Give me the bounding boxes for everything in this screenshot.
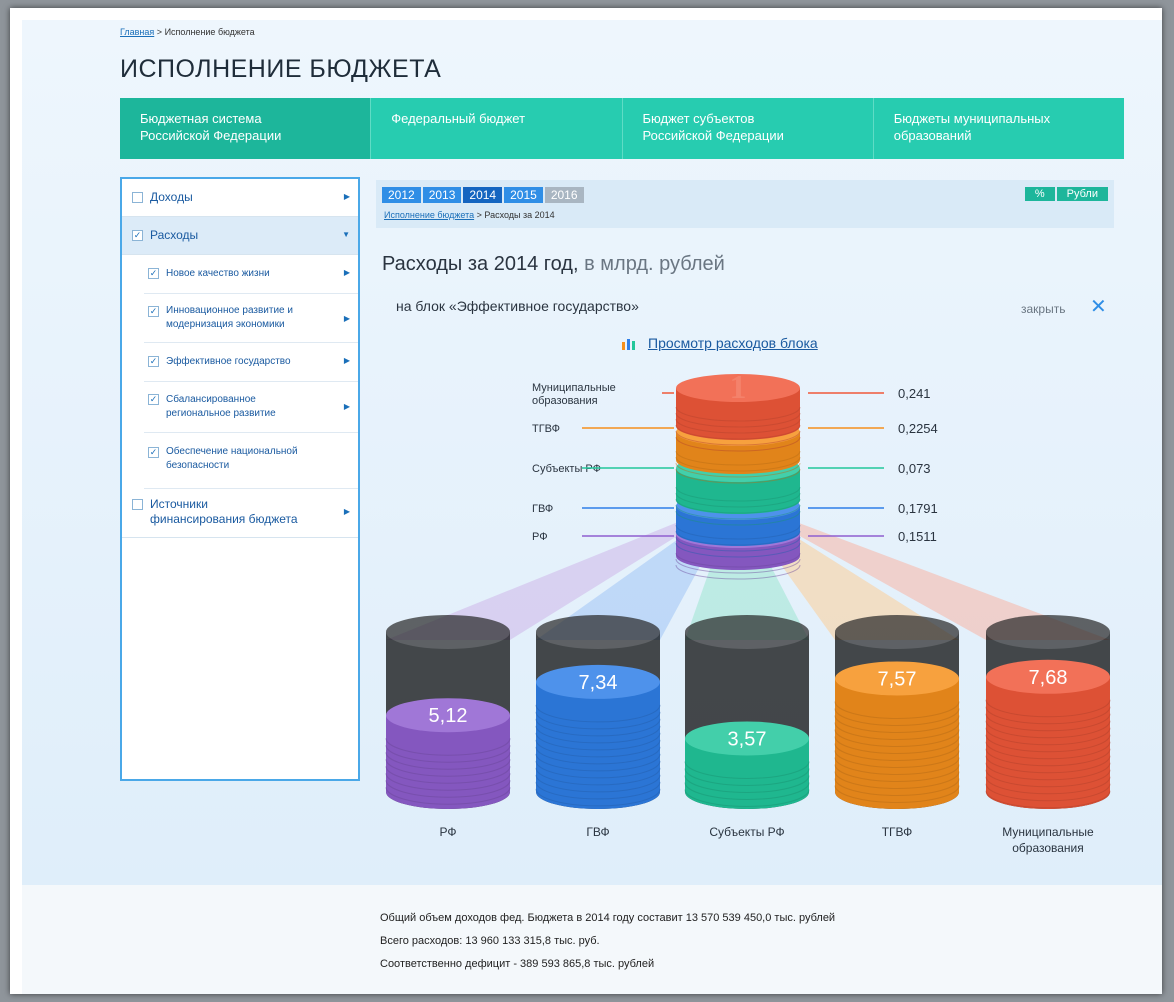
- footer-income-line: Общий объем доходов фед. Бюджета в 2014 …: [380, 912, 836, 924]
- stack-label: Муниципальные: [532, 382, 616, 394]
- category-label: РФ: [440, 825, 457, 839]
- ghost-cylinder-top: [386, 615, 510, 649]
- stack-value-label: 0,241: [898, 386, 931, 401]
- stack-label: ТГВФ: [532, 423, 560, 435]
- footer-deficit-line: Соответственно дефицит - 389 593 865,8 т…: [380, 958, 655, 970]
- bar-value-label: 7,68: [1029, 667, 1068, 689]
- stack-value-label: 0,1511: [898, 529, 937, 544]
- page: Главная > Исполнение бюджета ИСПОЛНЕНИЕ …: [22, 20, 1162, 994]
- ghost-cylinder-top: [986, 615, 1110, 649]
- bar-value-label: 5,12: [429, 705, 468, 727]
- stack-number: 1: [730, 369, 747, 406]
- value-cylinder-body: [835, 678, 959, 809]
- category-label: Муниципальные: [1002, 825, 1094, 839]
- expenses-chart: 5,12 РФ 7,34 ГВФ 3,57 Субъекты РФ 7,57 ТГВФ 7,68…: [385, 369, 1111, 855]
- stack-value-label: 0,073: [898, 461, 931, 476]
- footer-expenses-line: Всего расходов: 13 960 133 315,8 тыс. ру…: [380, 935, 600, 947]
- ghost-cylinder-top: [835, 615, 959, 649]
- stack-label: образования: [532, 395, 598, 407]
- stack-value-label: 0,2254: [898, 421, 938, 436]
- bar-value-label: 7,57: [878, 668, 917, 690]
- stack-label: Субъекты РФ: [532, 463, 601, 475]
- ghost-cylinder-top: [536, 615, 660, 649]
- stack-label: РФ: [532, 531, 548, 543]
- category-label: ГВФ: [586, 825, 609, 839]
- footer-summary: Общий объем доходов фед. Бюджета в 2014 …: [380, 907, 835, 976]
- bar-value-label: 3,57: [728, 728, 767, 750]
- bar-value-label: 7,34: [579, 672, 618, 694]
- category-label: ТГВФ: [882, 825, 913, 839]
- stack-label: ГВФ: [532, 503, 553, 515]
- category-label: Субъекты РФ: [709, 825, 784, 839]
- category-label: образования: [1012, 841, 1084, 855]
- ghost-cylinder-top: [685, 615, 809, 649]
- stack-value-label: 0,1791: [898, 501, 938, 516]
